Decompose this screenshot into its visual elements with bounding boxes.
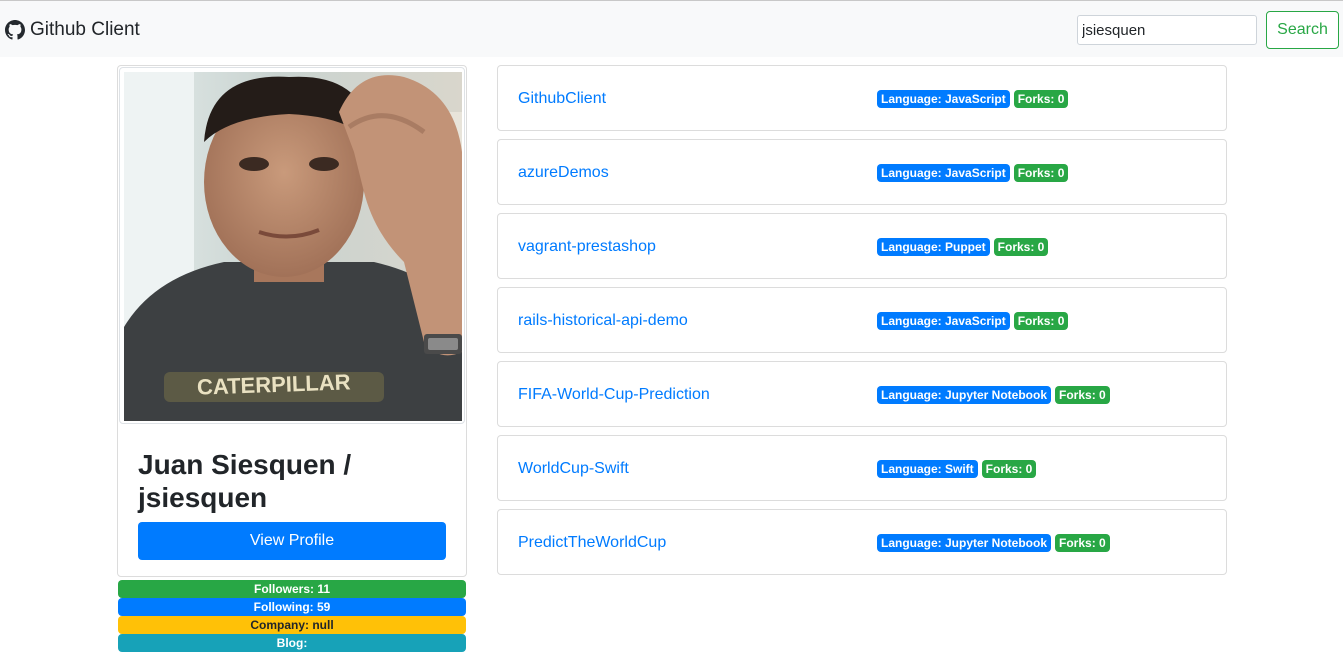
repo-badges: Language: JavaScript Forks: 0 [877, 164, 1072, 182]
followers-badge: Followers: 11 [118, 580, 466, 598]
repo-badges: Language: Swift Forks: 0 [877, 460, 1040, 478]
forks-badge: Forks: 0 [993, 238, 1049, 256]
repo-card: rails-historical-api-demo Language: Java… [497, 287, 1227, 353]
repo-badges: Language: Jupyter Notebook Forks: 0 [877, 386, 1114, 404]
repo-link[interactable]: GithubClient [518, 89, 606, 109]
github-icon [5, 20, 25, 40]
repo-link[interactable]: WorldCup-Swift [518, 459, 629, 479]
repo-badges: Language: JavaScript Forks: 0 [877, 312, 1072, 330]
navbar: Github Client Search [0, 0, 1343, 57]
company-badge: Company: null [118, 616, 466, 634]
avatar: CATERPILLAR [124, 72, 462, 421]
repo-card: PredictTheWorldCup Language: Jupyter Not… [497, 509, 1227, 575]
repo-badges: Language: JavaScript Forks: 0 [877, 90, 1072, 108]
repo-card: vagrant-prestashop Language: Puppet Fork… [497, 213, 1227, 279]
search-button[interactable]: Search [1266, 11, 1339, 49]
repo-link[interactable]: rails-historical-api-demo [518, 311, 688, 331]
following-badge: Following: 59 [118, 598, 466, 616]
profile-name: Juan Siesquen / jsiesquen [138, 449, 352, 513]
repo-card: WorldCup-Swift Language: Swift Forks: 0 [497, 435, 1227, 501]
search-input[interactable] [1077, 15, 1257, 45]
repo-link[interactable]: FIFA-World-Cup-Prediction [518, 385, 710, 405]
blog-badge: Blog: [118, 634, 466, 652]
repo-link[interactable]: PredictTheWorldCup [518, 533, 666, 553]
forks-badge: Forks: 0 [1055, 534, 1110, 552]
brand-title: Github Client [30, 19, 140, 40]
language-badge: Language: Jupyter Notebook [877, 386, 1052, 404]
view-profile-button[interactable]: View Profile [138, 522, 446, 560]
repo-badges: Language: Puppet Forks: 0 [877, 238, 1052, 256]
forks-badge: Forks: 0 [981, 460, 1037, 478]
forks-badge: Forks: 0 [1013, 312, 1069, 330]
language-badge: Language: JavaScript [877, 312, 1010, 330]
language-badge: Language: Jupyter Notebook [877, 534, 1052, 552]
forks-badge: Forks: 0 [1055, 386, 1110, 404]
repo-card: GithubClient Language: JavaScript Forks:… [497, 65, 1227, 131]
repo-badges: Language: Jupyter Notebook Forks: 0 [877, 534, 1114, 552]
language-badge: Language: Swift [877, 460, 978, 478]
profile-card: CATERPILLAR Juan Siesquen / jsiesquen Vi… [117, 65, 467, 577]
language-badge: Language: Puppet [877, 238, 990, 256]
forks-badge: Forks: 0 [1013, 164, 1069, 182]
avatar-frame: CATERPILLAR [119, 67, 465, 424]
repo-card: FIFA-World-Cup-Prediction Language: Jupy… [497, 361, 1227, 427]
repo-link[interactable]: azureDemos [518, 163, 609, 183]
language-badge: Language: JavaScript [877, 164, 1010, 182]
repo-card: azureDemos Language: JavaScript Forks: 0 [497, 139, 1227, 205]
forks-badge: Forks: 0 [1013, 90, 1069, 108]
language-badge: Language: JavaScript [877, 90, 1010, 108]
repo-link[interactable]: vagrant-prestashop [518, 237, 656, 257]
navbar-brand[interactable]: Github Client [5, 19, 140, 41]
